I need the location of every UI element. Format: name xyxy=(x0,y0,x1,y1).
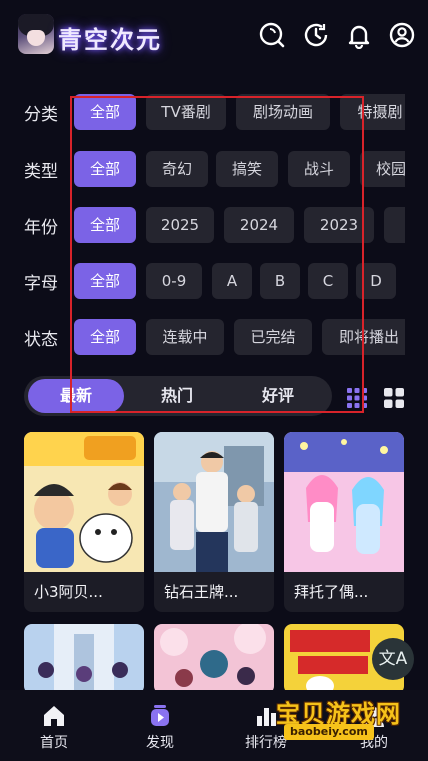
nav-label: 发现 xyxy=(146,735,174,751)
history-icon[interactable] xyxy=(302,21,330,49)
watermark-logo: 宝贝游戏网 baobeiy.com xyxy=(276,694,406,742)
watermark-url: baobeiy.com xyxy=(284,724,374,740)
card-title: 小3阿贝... xyxy=(34,583,103,601)
nav-discover[interactable]: 发现 xyxy=(120,698,200,754)
card-poster xyxy=(284,432,404,572)
anime-card[interactable]: 钻石王牌... xyxy=(154,432,274,612)
filter-label: 状态 xyxy=(24,330,58,350)
filter-label: 字母 xyxy=(24,274,58,294)
card-poster xyxy=(24,624,144,694)
app-title: 青空次元 xyxy=(58,26,162,54)
card-poster xyxy=(154,432,274,572)
translate-button[interactable]: 文A xyxy=(372,638,414,680)
ranking-icon xyxy=(257,708,276,726)
translate-icon: 文A xyxy=(378,649,408,669)
card-poster xyxy=(154,624,274,694)
anime-card[interactable]: 小3阿贝... xyxy=(24,432,144,612)
card-title: 拜托了偶... xyxy=(294,583,369,601)
highlight-box xyxy=(70,96,364,413)
grid-2-icon[interactable] xyxy=(384,388,404,408)
card-poster xyxy=(24,432,144,572)
nav-home[interactable]: 首页 xyxy=(14,698,94,754)
anime-card[interactable] xyxy=(154,624,274,694)
anime-card[interactable]: 拜托了偶... xyxy=(284,432,404,612)
chip-year-more[interactable]: 2 xyxy=(384,207,405,243)
app-logo xyxy=(18,14,54,54)
home-icon xyxy=(44,706,64,726)
filter-label: 类型 xyxy=(24,162,58,182)
discover-icon xyxy=(151,705,169,726)
chip-school[interactable]: 校园 xyxy=(360,151,405,187)
filter-label: 分类 xyxy=(24,105,58,125)
app-header: 青空次元 xyxy=(0,0,428,72)
user-icon[interactable] xyxy=(388,21,416,49)
anime-card[interactable] xyxy=(24,624,144,694)
filter-label: 年份 xyxy=(24,218,58,238)
search-icon[interactable] xyxy=(258,21,286,49)
card-title: 钻石王牌... xyxy=(164,583,239,601)
nav-label: 首页 xyxy=(40,735,68,751)
bell-icon[interactable] xyxy=(345,21,373,49)
